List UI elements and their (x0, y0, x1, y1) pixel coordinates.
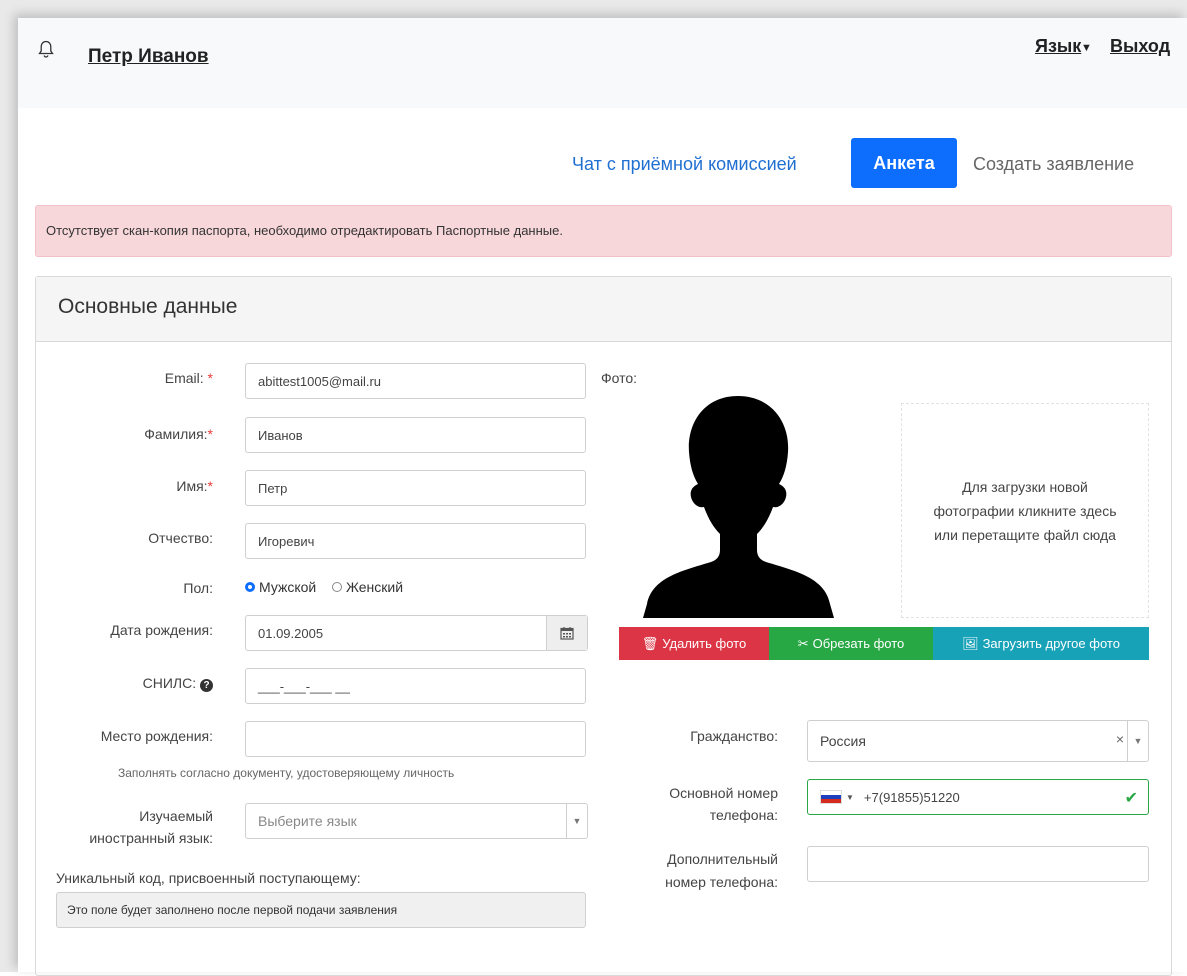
calendar-icon (560, 627, 574, 640)
crop-photo-button[interactable]: ✂ Обрезать фото (769, 627, 933, 660)
phone-label-line1: Основной номер (669, 785, 778, 801)
snils-value: ___-___-___ __ (258, 678, 350, 694)
dropzone-text-line3: или перетащите файл сюда (934, 526, 1116, 543)
phone-label-line2: телефона: (709, 807, 778, 823)
birthdate-field[interactable]: 01.09.2005 (245, 615, 588, 651)
extra-phone-field[interactable] (807, 846, 1149, 882)
passport-alert: Отсутствует скан-копия паспорта, необход… (35, 205, 1172, 257)
crop-photo-label: Обрезать фото (812, 636, 905, 651)
dropzone-text-line1: Для загрузки новой (962, 478, 1088, 495)
birthplace-hint: Заполнять согласно документу, удостоверя… (118, 766, 455, 780)
citizenship-select[interactable]: Россия × ▼ (807, 720, 1149, 762)
bell-icon[interactable] (38, 40, 54, 58)
required-mark: * (207, 426, 213, 442)
image-icon: 🖼 (962, 635, 979, 651)
gender-male-radio[interactable]: Мужской (245, 579, 316, 595)
tab-anketa[interactable]: Анкета (851, 138, 957, 188)
first-name-field[interactable]: Петр (245, 470, 586, 506)
surname-label: Фамилия:* (118, 426, 213, 442)
russia-flag-icon[interactable] (820, 790, 842, 804)
gender-female-label: Женский (346, 579, 404, 595)
name-label-text: Имя: (176, 478, 208, 494)
clear-icon[interactable]: × (1116, 731, 1124, 747)
surname-label-text: Фамилия: (144, 426, 208, 442)
citizenship-value: Россия (820, 733, 866, 749)
chevron-down-icon: ▼ (566, 804, 587, 838)
user-name-link[interactable]: Петр Иванов (88, 46, 209, 68)
avatar-silhouette-icon (643, 396, 834, 618)
tab-anketa-label: Анкета (873, 152, 935, 173)
birthplace-field[interactable] (245, 721, 586, 757)
upload-photo-button[interactable]: 🖼 Загрузить другое фото (933, 627, 1149, 660)
gender-label: Пол: (183, 580, 213, 596)
tab-create-application[interactable]: Создать заявление (973, 154, 1134, 175)
patronymic-label: Отчество: (148, 530, 213, 546)
logout-link[interactable]: Выход (1110, 36, 1170, 57)
delete-photo-label: Удалить фото (662, 636, 747, 651)
chevron-down-icon: ▼ (1127, 721, 1148, 761)
photo-dropzone[interactable]: Для загрузки новой фотографии кликните з… (901, 403, 1149, 618)
required-mark: * (207, 370, 213, 386)
upload-photo-label: Загрузить другое фото (982, 636, 1120, 651)
patronymic-value: Игоревич (258, 533, 315, 549)
dropzone-text-line2: фотографии кликните здесь (933, 502, 1117, 519)
extra-phone-label-line2: номер телефона: (665, 874, 778, 890)
radio-checked-icon (245, 582, 255, 592)
first-name-value: Петр (258, 480, 288, 496)
snils-label-text: СНИЛС: (142, 675, 197, 691)
help-icon[interactable]: ? (200, 679, 213, 692)
scissors-icon: ✂ (797, 635, 809, 651)
extra-phone-label-line1: Дополнительный (667, 851, 778, 867)
snils-field[interactable]: ___-___-___ __ (245, 668, 586, 704)
required-mark: * (207, 478, 213, 494)
birthplace-label: Место рождения: (100, 728, 213, 744)
email-label-text: Email: (164, 370, 204, 386)
language-label-line1: Изучаемый (139, 808, 213, 824)
chevron-down-icon[interactable]: ▼ (846, 793, 854, 802)
birthdate-label: Дата рождения: (110, 622, 213, 638)
surname-field[interactable]: Иванов (245, 417, 586, 453)
unique-code-field: Это поле будет заполнено после первой по… (56, 892, 586, 928)
photo-label: Фото: (601, 370, 638, 386)
snils-label: СНИЛС: ? (108, 675, 213, 692)
chevron-down-icon[interactable]: ▼ (1081, 42, 1092, 54)
name-label: Имя:* (118, 478, 213, 494)
gender-male-label: Мужской (259, 579, 317, 595)
panel-header: Основные данные (36, 277, 1171, 342)
alert-text: Отсутствует скан-копия паспорта, необход… (46, 223, 563, 238)
foreign-language-select[interactable]: Выберите язык ▼ (245, 803, 588, 839)
patronymic-field[interactable]: Игоревич (245, 523, 586, 559)
top-bar: Петр Иванов Язык ▼ Выход (18, 18, 1187, 108)
main-phone-field[interactable]: ▼ +7(91855)51220 ✔ (807, 779, 1149, 815)
email-field[interactable]: abittest1005@mail.ru (245, 363, 586, 399)
main-phone-value: +7(91855)51220 (863, 789, 960, 805)
email-label: Email: * (118, 370, 213, 386)
citizenship-label: Гражданство: (690, 728, 778, 744)
radio-unchecked-icon (332, 582, 342, 592)
calendar-button[interactable] (546, 616, 587, 650)
unique-code-value: Это поле будет заполнено после первой по… (67, 903, 398, 917)
language-placeholder: Выберите язык (258, 813, 357, 829)
surname-value: Иванов (258, 427, 303, 443)
unique-code-label: Уникальный код, присвоенный поступающему… (56, 870, 361, 886)
email-value: abittest1005@mail.ru (258, 373, 382, 389)
language-label-line2: иностранный язык: (89, 830, 213, 846)
trash-icon: 🗑 (641, 635, 659, 651)
delete-photo-button[interactable]: 🗑 Удалить фото (619, 627, 769, 660)
panel-title: Основные данные (58, 295, 238, 318)
check-icon: ✔ (1124, 790, 1138, 807)
gender-female-radio[interactable]: Женский (332, 579, 403, 595)
birthdate-value: 01.09.2005 (258, 625, 324, 641)
language-menu-link[interactable]: Язык (1035, 36, 1081, 57)
tab-chat[interactable]: Чат с приёмной комиссией (572, 154, 797, 175)
app-window: Петр Иванов Язык ▼ Выход Чат с приёмной … (18, 18, 1187, 976)
